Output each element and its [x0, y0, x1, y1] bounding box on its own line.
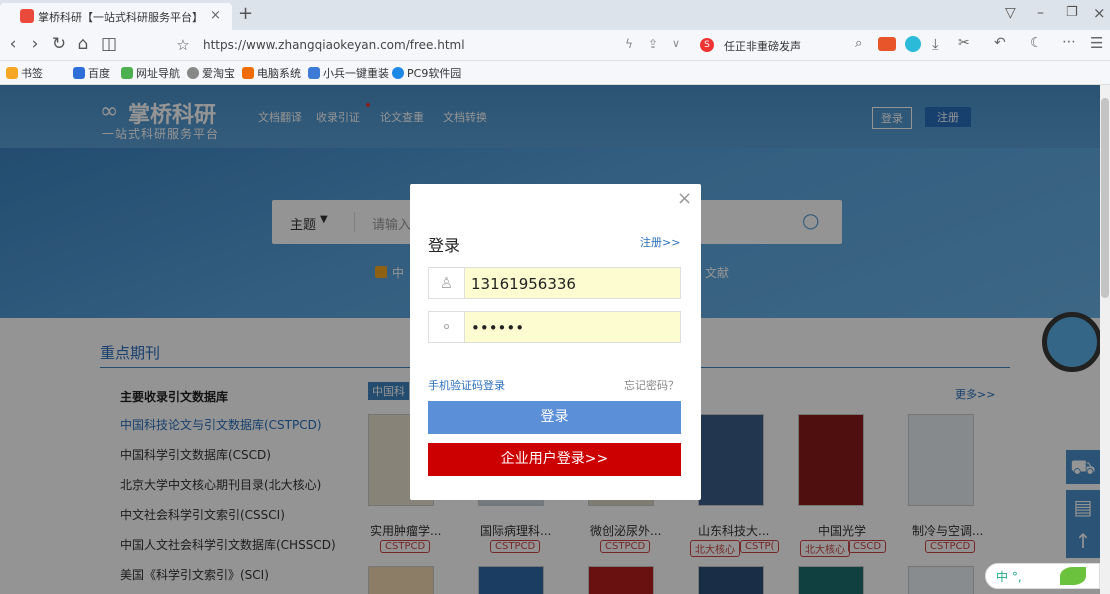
bookmark-item[interactable]: 电脑系统	[242, 65, 301, 81]
share-icon[interactable]: ⇪	[648, 37, 658, 51]
ime-status: 中 °,	[996, 570, 1022, 584]
game-icon[interactable]	[878, 37, 896, 51]
shirt-icon[interactable]: ▽	[1005, 5, 1016, 21]
star-icon	[6, 67, 18, 79]
nav-site-icon	[121, 67, 133, 79]
address-bar[interactable]: https://www.zhangqiaokeyan.com/free.html	[203, 38, 465, 52]
password-input[interactable]: ••••••	[471, 319, 524, 337]
scissors-icon[interactable]: ✂	[958, 35, 970, 51]
lock-icon: ⚬	[429, 312, 465, 342]
globe-icon	[187, 67, 199, 79]
tab-title: 掌桥科研【一站式科研服务平台】	[38, 11, 203, 24]
maximize-icon[interactable]: ❐	[1066, 5, 1078, 20]
system-icon	[242, 67, 254, 79]
bookmark-item[interactable]: 书签	[6, 65, 43, 81]
undo-icon[interactable]: ↶	[994, 35, 1006, 51]
extension-icon[interactable]	[905, 36, 921, 52]
bookmark-item[interactable]: 网址导航	[121, 65, 180, 81]
back-icon[interactable]: ‹	[2, 34, 24, 54]
menu-icon[interactable]: ☰	[1090, 34, 1103, 52]
site-favicon-icon	[20, 9, 34, 23]
login-modal: × 登录 注册>> ♙ 13161956336 ⚬ •••••• 手机验证码登录…	[410, 184, 701, 500]
register-link[interactable]: 注册>>	[640, 234, 680, 250]
user-icon: ♙	[429, 268, 465, 298]
more-icon[interactable]: ⋯	[1062, 34, 1076, 50]
phone-field[interactable]: ♙ 13161956336	[428, 267, 681, 299]
home-icon[interactable]: ⌂	[72, 34, 94, 54]
bookmarks-bar: 书签 百度 网址导航 爱淘宝 电脑系统 小兵一键重装 PC9软件园	[0, 61, 1110, 85]
baidu-icon	[73, 67, 85, 79]
bookmark-item[interactable]: 小兵一键重装	[308, 65, 389, 81]
star-icon[interactable]: ☆	[172, 36, 194, 54]
forward-icon[interactable]: ›	[24, 34, 46, 54]
news-ticker[interactable]: 任正非重磅发声	[724, 38, 801, 54]
sms-login-link[interactable]: 手机验证码登录	[428, 377, 505, 393]
new-tab-icon[interactable]: +	[238, 3, 253, 24]
modal-title: 登录	[428, 236, 461, 255]
bookmark-item[interactable]: 爱淘宝	[187, 65, 235, 81]
reinstall-icon	[308, 67, 320, 79]
forgot-password-link[interactable]: 忘记密码？	[624, 377, 679, 393]
bookmark-item[interactable]: PC9软件园	[392, 65, 461, 81]
close-window-icon[interactable]: ×	[1093, 4, 1106, 22]
software-icon	[392, 67, 404, 79]
leaf-icon	[1060, 567, 1086, 585]
browser-tab-bar: 掌桥科研【一站式科研服务平台】 × + ▽ – ❐ ×	[0, 0, 1110, 30]
bookmark-item[interactable]: 百度	[73, 65, 110, 81]
password-field[interactable]: ⚬ ••••••	[428, 311, 681, 343]
reader-icon[interactable]: ◫	[98, 34, 120, 54]
ime-toolbar[interactable]: 中 °,	[985, 563, 1100, 589]
browser-nav-bar: ‹ › ↻ ⌂ ◫ ☆ https://www.zhangqiaokeyan.c…	[0, 30, 1110, 61]
phone-input[interactable]: 13161956336	[471, 275, 576, 293]
download-icon[interactable]: ⤓	[932, 35, 939, 53]
lightning-icon[interactable]: ϟ	[625, 37, 633, 51]
login-button[interactable]: 登录	[428, 401, 681, 434]
close-tab-icon[interactable]: ×	[210, 8, 221, 23]
search-icon[interactable]: ⌕	[855, 36, 862, 51]
minimize-icon[interactable]: –	[1037, 5, 1044, 21]
scrollbar-thumb[interactable]	[1101, 98, 1109, 298]
browser-tab[interactable]: 掌桥科研【一站式科研服务平台】 ×	[0, 3, 232, 30]
history-icon[interactable]: ☾	[1030, 35, 1043, 51]
close-icon[interactable]: ×	[677, 188, 692, 209]
dropdown-icon[interactable]: ∨	[672, 37, 680, 50]
enterprise-login-button[interactable]: 企业用户登录>>	[428, 443, 681, 476]
refresh-icon[interactable]: ↻	[48, 34, 70, 54]
news-icon: S	[700, 38, 714, 52]
